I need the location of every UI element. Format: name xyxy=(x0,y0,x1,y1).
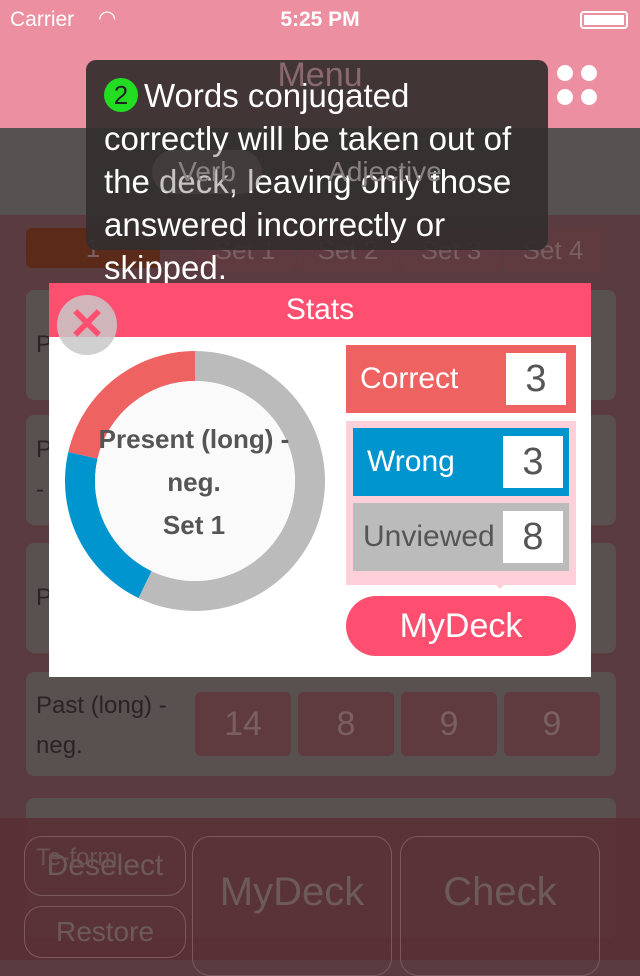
nav-title: Menu xyxy=(277,56,363,94)
center-line: Present (long) - xyxy=(98,424,290,454)
unviewed-count: 8 xyxy=(503,511,563,563)
wrong-count: 3 xyxy=(503,436,563,488)
count-cell[interactable]: 9 xyxy=(504,692,600,756)
check-button[interactable]: Check xyxy=(400,836,600,976)
center-line: neg. xyxy=(167,467,221,497)
count-cell[interactable]: 8 xyxy=(298,692,394,756)
count-cell[interactable]: 9 xyxy=(401,692,497,756)
segment-verb[interactable]: Verb xyxy=(152,150,262,194)
donut-center-label: Present (long) - neg. Set 1 xyxy=(89,418,299,547)
mydeck-dialog-button[interactable]: MyDeck xyxy=(346,596,576,656)
stats-dialog: Stats Present (long) - neg. Set 1 Correc… xyxy=(49,283,591,677)
restore-button[interactable]: Restore xyxy=(24,906,186,958)
unviewed-stat: Unviewed 8 xyxy=(353,503,569,571)
dialog-title: Stats xyxy=(49,283,591,337)
battery-icon xyxy=(580,11,628,29)
count-cell[interactable]: 14 xyxy=(195,692,291,756)
wrong-stat: Wrong 3 xyxy=(353,428,569,496)
close-icon[interactable]: ✕ xyxy=(57,295,117,355)
correct-count: 3 xyxy=(506,353,566,405)
center-line: Set 1 xyxy=(162,510,226,540)
segment-adjective[interactable]: Adjective xyxy=(300,150,470,194)
step-number: 2 xyxy=(104,78,138,112)
row-label-te-form: Te-form xyxy=(36,844,118,871)
table-row[interactable]: Past (long) - neg. 14 8 9 9 xyxy=(26,672,616,776)
grid-dots-icon[interactable] xyxy=(557,65,599,107)
mydeck-button[interactable]: MyDeck xyxy=(192,836,392,976)
pointer-arrow-icon xyxy=(486,575,514,589)
clock: 5:25 PM xyxy=(280,8,360,31)
status-bar: Carrier ◠ 5:25 PM xyxy=(0,0,640,40)
correct-stat: Correct 3 xyxy=(346,345,576,413)
